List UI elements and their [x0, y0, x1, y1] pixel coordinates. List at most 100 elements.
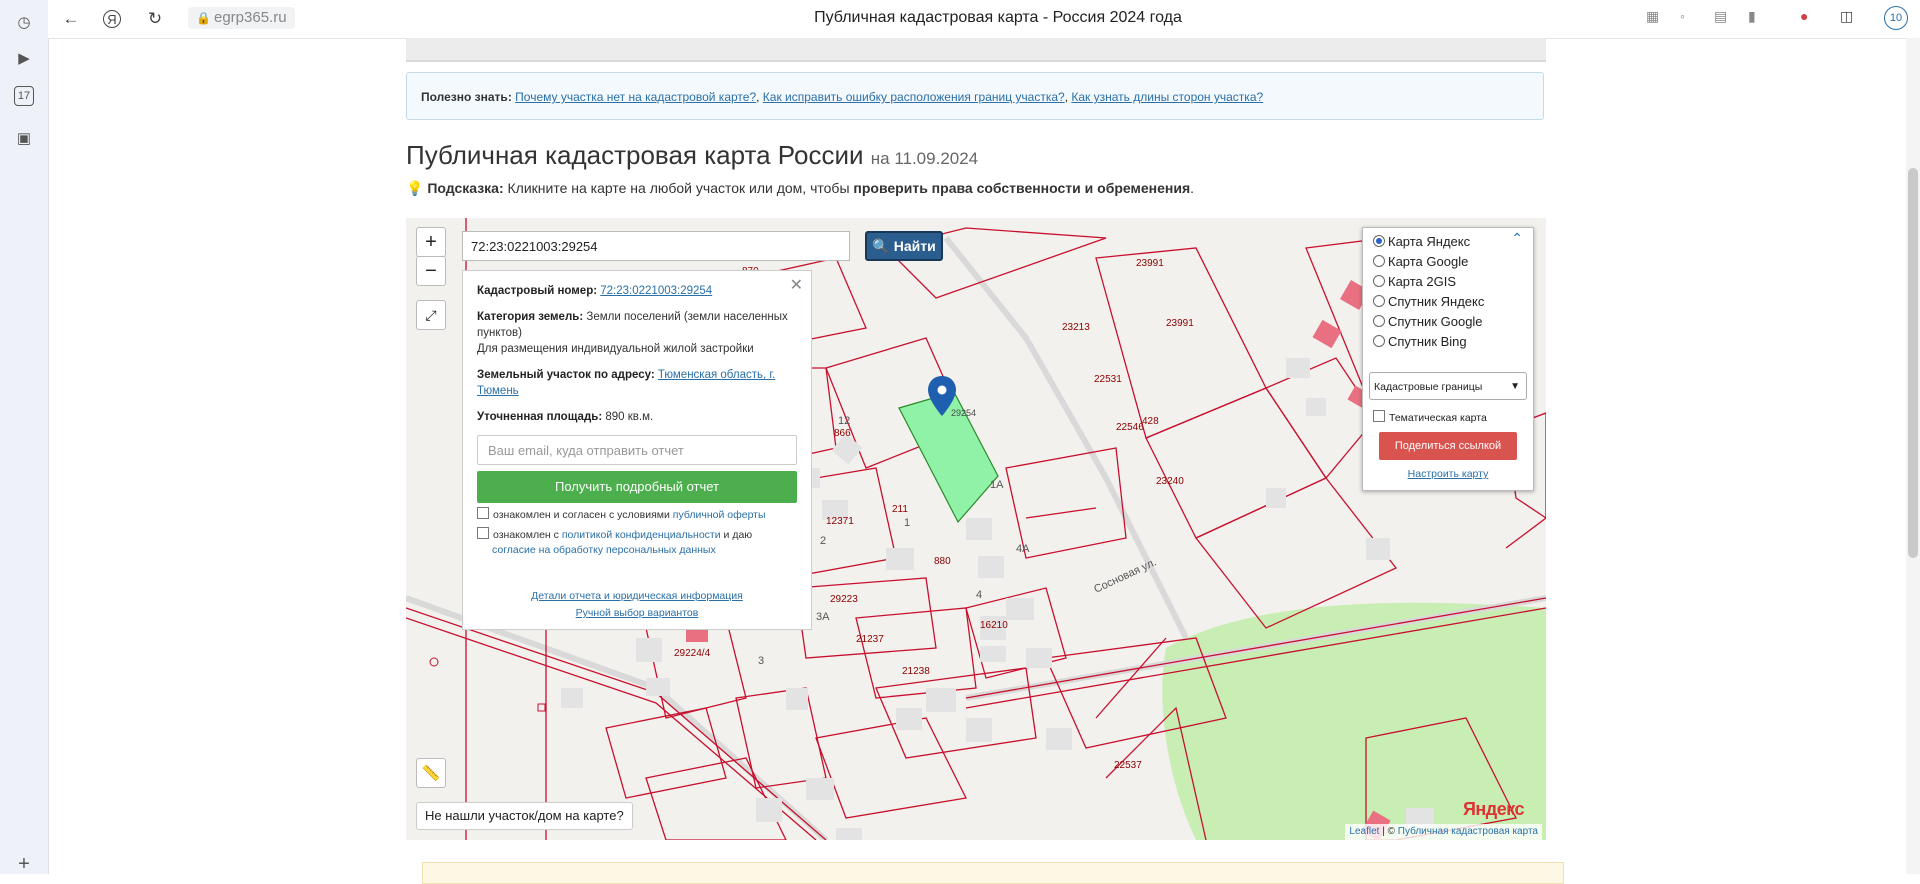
privacy-consent: ознакомлен с политикой конфиденциальност…	[477, 527, 797, 558]
layer-option-label: Спутник Bing	[1388, 334, 1467, 349]
parcel-number-label: 23240	[1156, 476, 1184, 487]
add-icon[interactable]: +	[12, 852, 36, 876]
heading-text: Публичная кадастровая карта России	[406, 140, 864, 170]
collapse-chevron-icon[interactable]: ⌃	[1511, 230, 1523, 247]
not-found-button[interactable]: Не нашли участок/дом на карте?	[416, 802, 633, 830]
parcel-number-label: 1	[904, 517, 910, 529]
radio-button[interactable]	[1373, 335, 1385, 347]
cadastral-search-input[interactable]: 72:23:0221003:29254	[462, 231, 850, 261]
layers-panel: Карта Яндекс Карта Google Карта 2GIS Спутни…	[1362, 227, 1534, 491]
video-icon[interactable]: ▶	[12, 46, 36, 70]
info-link-1[interactable]: Почему участка нет на кадастровой карте?	[515, 90, 756, 104]
info-link-2[interactable]: Как исправить ошибку расположения границ…	[763, 90, 1065, 104]
close-icon[interactable]: ✕	[790, 275, 803, 295]
history-icon[interactable]: ◷	[12, 10, 36, 34]
parcel-number-label: 21238	[902, 666, 930, 677]
parcel-number-label: 1А	[990, 479, 1004, 491]
layer-option-label: Спутник Яндекс	[1388, 294, 1485, 309]
offer-checkbox[interactable]	[477, 507, 489, 519]
lightbulb-icon: 💡	[406, 180, 424, 196]
layer-option[interactable]: Спутник Google	[1373, 312, 1483, 332]
fullscreen-icon[interactable]: ⤢	[416, 300, 446, 330]
parcel-number-label: 23991	[1166, 318, 1194, 329]
header-strip	[406, 38, 1546, 62]
privacy-link[interactable]: политикой конфиденциальности	[562, 529, 721, 541]
offer-link[interactable]: публичной оферты	[673, 509, 766, 521]
headphones-icon[interactable]: ◦	[1680, 8, 1685, 24]
screenshot-icon[interactable]: ▣	[12, 126, 36, 150]
map-marker	[429, 657, 439, 667]
downloads-icon[interactable]: 10	[1884, 6, 1908, 30]
page-title-bar: Публичная кадастровая карта - Россия 202…	[814, 9, 1182, 26]
get-report-button[interactable]: Получить подробный отчет	[477, 471, 797, 503]
details-link[interactable]: Детали отчета и юридическая информация	[531, 590, 743, 602]
layer-option[interactable]: Спутник Яндекс	[1373, 292, 1484, 312]
layer-option[interactable]: Карта Яндекс	[1373, 232, 1470, 252]
parcel-number-label: 3	[758, 655, 764, 667]
share-link-button[interactable]: Поделиться ссылкой	[1379, 432, 1517, 460]
find-button[interactable]: 🔍 Найти	[865, 231, 943, 261]
search-icon: 🔍	[872, 237, 890, 254]
personal-data-link[interactable]: согласие на обработку персональных данны…	[492, 544, 716, 556]
layer-select-value: Кадастровые границы	[1374, 381, 1483, 393]
browser-sidebar: ◷ ▶ 17 ▣ +	[0, 0, 49, 876]
bookmark-icon[interactable]: ▮	[1748, 8, 1756, 25]
layer-option[interactable]: Карта Google	[1373, 252, 1468, 272]
zoom-in-button[interactable]: +	[416, 227, 446, 257]
pkk-link[interactable]: Публичная кадастровая карта	[1398, 826, 1538, 837]
back-icon[interactable]: ←	[60, 8, 82, 30]
layer-option[interactable]: Карта 2GIS	[1373, 272, 1456, 292]
cadastral-map[interactable]: 870870168172280012866762800А123712211147…	[406, 218, 1546, 840]
layer-select[interactable]: Кадастровые границы ▼	[1369, 372, 1527, 400]
yandex-logo: Яндекс	[1462, 799, 1525, 819]
radio-button[interactable]	[1373, 315, 1385, 327]
privacy-checkbox[interactable]	[477, 527, 489, 539]
reader-icon[interactable]: ▤	[1714, 8, 1727, 25]
ruler-icon[interactable]: 📏	[416, 758, 446, 788]
leaflet-link[interactable]: Leaflet	[1349, 826, 1379, 837]
email-input[interactable]: Ваш email, куда отправить отчет	[477, 435, 797, 465]
url-text: egrp365.ru	[214, 9, 287, 26]
parcel-number-label: 4	[976, 589, 982, 601]
street-label: Сосновая ул.	[1092, 556, 1158, 595]
info-link-3[interactable]: Как узнать длины сторон участка?	[1071, 90, 1263, 104]
profile-icon[interactable]: ●	[1800, 8, 1808, 24]
cad-number-link[interactable]: 72:23:0221003:29254	[600, 285, 712, 297]
page-scrollbar[interactable]	[1906, 38, 1920, 874]
radio-button[interactable]	[1373, 275, 1385, 287]
scroll-thumb[interactable]	[1908, 168, 1918, 558]
collections-icon[interactable]: ◫	[1840, 8, 1853, 25]
extensions-icon[interactable]: ▦	[1646, 8, 1659, 25]
parcel-number-label: 12371	[826, 516, 854, 527]
calendar-icon[interactable]: 17	[14, 86, 34, 106]
address-bar[interactable]: 🔒 egrp365.ru	[188, 7, 295, 29]
lock-icon: 🔒	[196, 11, 211, 25]
thematic-toggle[interactable]: Тематическая карта	[1373, 410, 1487, 426]
zoom-out-button[interactable]: −	[416, 256, 446, 286]
yandex-icon[interactable]: Я	[103, 10, 121, 28]
parcel-number-label: 29224/4	[674, 648, 711, 659]
radio-button[interactable]	[1373, 255, 1385, 267]
layer-option-label: Карта 2GIS	[1388, 274, 1457, 289]
configure-map-link[interactable]: Настроить карту	[1363, 468, 1533, 480]
radio-button[interactable]	[1373, 235, 1385, 247]
selected-parcel	[898, 391, 999, 524]
manual-select-link[interactable]: Ручной выбор вариантов	[576, 607, 699, 619]
map-attribution: Leaflet | © Публичная кадастровая карта	[1345, 824, 1542, 840]
parcel-number-label: 22531	[1094, 374, 1122, 385]
radio-button[interactable]	[1373, 295, 1385, 307]
layer-option[interactable]: Спутник Bing	[1373, 332, 1467, 352]
useful-info-box: Полезно знать: Почему участка нет на кад…	[406, 72, 1544, 120]
addr-label: Земельный участок по адресу:	[477, 369, 655, 381]
hint-line: 💡 Подсказка: Кликните на карте на любой …	[406, 180, 1194, 197]
agree2-text: ознакомлен с	[493, 529, 559, 541]
layer-option-label: Спутник Google	[1388, 314, 1483, 329]
reload-icon[interactable]: ↻	[144, 8, 166, 30]
hint-bold: проверить права собственности и обремене…	[853, 180, 1191, 196]
parcel-number-label: 21237	[856, 634, 884, 645]
layer-option-label: Карта Google	[1388, 254, 1469, 269]
parcel-number-label: 22537	[1114, 760, 1142, 771]
thematic-checkbox[interactable]	[1373, 410, 1385, 422]
category-row: Категория земель: Земли поселений (земли…	[477, 309, 797, 357]
parcel-number-label: 16210	[980, 620, 1008, 631]
